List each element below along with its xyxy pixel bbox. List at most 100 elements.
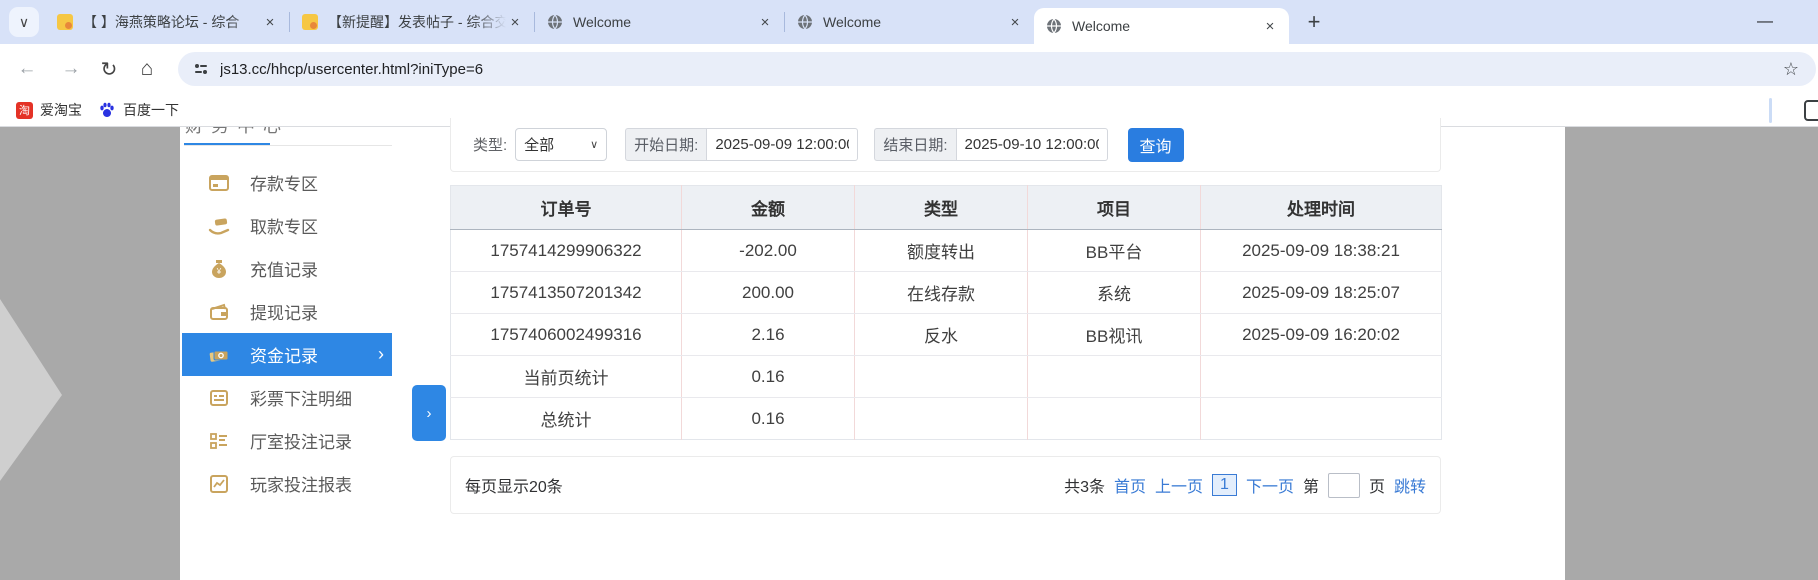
current-page-indicator[interactable]: 1 <box>1212 474 1237 496</box>
plus-icon: + <box>1307 9 1321 34</box>
tab-title: Welcome <box>1072 18 1131 34</box>
sidebar-item-label: 取款专区 <box>250 218 318 237</box>
bookmark-baidu[interactable]: 百度一下 <box>98 100 179 120</box>
back-button[interactable]: ← <box>10 52 44 86</box>
reload-button[interactable]: ↻ <box>92 52 126 86</box>
bookmarks-divider <box>1769 98 1772 123</box>
cell-project: BB视讯 <box>1027 313 1201 356</box>
tab-search-button[interactable]: ∨ <box>9 7 39 37</box>
table-row-total-summary: 总统计 0.16 <box>450 397 1442 440</box>
close-icon[interactable]: × <box>506 13 524 31</box>
cell-time: 2025-09-09 18:38:21 <box>1200 229 1442 272</box>
tab-welcome-1[interactable]: Welcome × <box>535 0 784 44</box>
sidebar-item-label: 厅室投注记录 <box>250 433 352 452</box>
sidebar-divider <box>184 145 392 146</box>
cell-type: 在线存款 <box>854 271 1028 314</box>
cell-order-no: 1757413507201342 <box>450 271 682 314</box>
chevron-down-icon: ∨ <box>590 139 599 151</box>
globe-icon <box>547 14 563 30</box>
page-size-text: 每页显示20条 <box>465 479 563 496</box>
sidebar-item-label: 资金记录 <box>250 347 318 366</box>
query-button[interactable]: 查询 <box>1127 127 1184 162</box>
chevron-right-icon: › <box>378 344 384 364</box>
globe-icon <box>797 14 813 30</box>
end-date-input[interactable] <box>955 128 1108 161</box>
table-row: 1757406002499316 2.16 反水 BB视讯 2025-09-09… <box>450 313 1442 356</box>
window-minimize-button[interactable]: — <box>1745 6 1785 38</box>
tab-title: 【 】海燕策略论坛 - 综合 <box>83 14 240 30</box>
first-page-link[interactable]: 首页 <box>1114 473 1146 497</box>
close-icon[interactable]: × <box>1006 13 1024 31</box>
chevron-down-icon: ∨ <box>18 13 30 30</box>
fund-cards-icon <box>208 344 230 366</box>
forum-icon <box>57 14 73 30</box>
tab-post[interactable]: 【新提醒】发表帖子 - 综合交流 × <box>290 0 534 44</box>
taobao-icon: 淘 <box>16 101 33 119</box>
sidebar-item-fund-records[interactable]: 资金记录 › <box>182 333 392 376</box>
deposit-card-icon <box>208 172 230 194</box>
page-background: 财务中心 存款专区 取款专区 <box>0 118 1818 580</box>
sidebar-title: 财务中心 <box>185 127 325 135</box>
new-tab-button[interactable]: + <box>1299 7 1329 37</box>
cell-time: 2025-09-09 18:25:07 <box>1200 271 1442 314</box>
url-text[interactable]: js13.cc/hhcp/usercenter.html?iniType=6 <box>220 61 1780 78</box>
minimize-icon: — <box>1757 13 1773 30</box>
jump-page-input[interactable] <box>1327 472 1360 498</box>
next-page-link[interactable]: 下一页 <box>1246 473 1294 497</box>
browser-toolbar: ← → ↻ ⌂ js13.cc/hhcp/usercenter.html?ini… <box>0 44 1818 94</box>
end-date-label: 结束日期: <box>874 128 956 161</box>
jump-link[interactable]: 跳转 <box>1394 473 1426 497</box>
wallet-icon <box>208 301 230 323</box>
table-header-row: 订单号 金额 类型 项目 处理时间 <box>450 185 1442 230</box>
cell-amount: 0.16 <box>681 355 855 398</box>
type-select[interactable]: 全部 ∨ <box>515 128 608 161</box>
room-bet-icon <box>208 430 230 452</box>
jump-suffix-text: 页 <box>1368 479 1385 496</box>
close-icon[interactable]: × <box>1261 17 1279 35</box>
player-report-icon <box>208 473 230 495</box>
table-row-page-summary: 当前页统计 0.16 <box>450 355 1442 398</box>
cell-project: BB平台 <box>1027 229 1201 272</box>
svg-text:¥: ¥ <box>216 267 222 276</box>
sidebar-collapse-handle[interactable]: › <box>412 385 446 441</box>
cell-amount: -202.00 <box>681 229 855 272</box>
cell-summary-label: 当前页统计 <box>450 355 682 398</box>
sidebar-item-recharge-records[interactable]: ¥ 充值记录 <box>182 247 392 290</box>
close-icon[interactable]: × <box>756 13 774 31</box>
home-button[interactable]: ⌂ <box>130 52 164 86</box>
withdraw-hand-icon <box>208 215 230 237</box>
cell-order-no: 1757414299906322 <box>450 229 682 272</box>
tab-title: Welcome <box>823 14 882 30</box>
sidebar-item-room-bet-records[interactable]: 厅室投注记录 <box>182 419 392 462</box>
sidebar-item-withdraw-zone[interactable]: 取款专区 <box>182 204 392 247</box>
baidu-paw-icon <box>98 101 116 119</box>
cell-project: 系统 <box>1027 271 1201 314</box>
sidebar-item-player-bet-report[interactable]: 玩家投注报表 <box>182 462 392 505</box>
forward-button[interactable]: → <box>54 52 88 86</box>
bookmark-star-icon[interactable]: ☆ <box>1780 59 1802 80</box>
sidebar-item-label: 彩票下注明细 <box>250 390 352 409</box>
tab-welcome-active[interactable]: Welcome × <box>1034 8 1289 44</box>
tab-strip: ∨ 【 】海燕策略论坛 - 综合 × 【新提醒】发表帖子 - 综合交流 × We… <box>0 0 1818 44</box>
tab-forum[interactable]: 【 】海燕策略论坛 - 综合 × <box>45 0 289 44</box>
reload-icon: ↻ <box>100 58 118 81</box>
start-date-input[interactable] <box>706 128 859 161</box>
close-icon[interactable]: × <box>261 13 279 31</box>
bookmark-aitaobao[interactable]: 淘 爱淘宝 <box>16 100 82 120</box>
prev-page-link[interactable]: 上一页 <box>1155 473 1203 497</box>
column-header-amount: 金额 <box>681 185 855 230</box>
sidebar-item-deposit-zone[interactable]: 存款专区 <box>182 161 392 204</box>
forum-icon <box>302 14 318 30</box>
home-icon: ⌂ <box>140 57 154 80</box>
tab-welcome-2[interactable]: Welcome × <box>785 0 1034 44</box>
address-bar[interactable]: js13.cc/hhcp/usercenter.html?iniType=6 ☆ <box>178 52 1816 86</box>
bookmarks-folder-icon[interactable] <box>1804 100 1818 121</box>
site-info-icon[interactable] <box>192 60 210 78</box>
cell-summary-label: 总统计 <box>450 397 682 440</box>
moneybag-icon: ¥ <box>208 258 230 280</box>
pagination: 共3条 首页 上一页 1 下一页 第 页 跳转 <box>1064 472 1426 498</box>
sidebar-item-lottery-bet-details[interactable]: 彩票下注明细 <box>182 376 392 419</box>
sidebar-item-withdrawal-records[interactable]: 提现记录 <box>182 290 392 333</box>
tab-title: Welcome <box>573 14 632 30</box>
table-row: 1757413507201342 200.00 在线存款 系统 2025-09-… <box>450 271 1442 314</box>
